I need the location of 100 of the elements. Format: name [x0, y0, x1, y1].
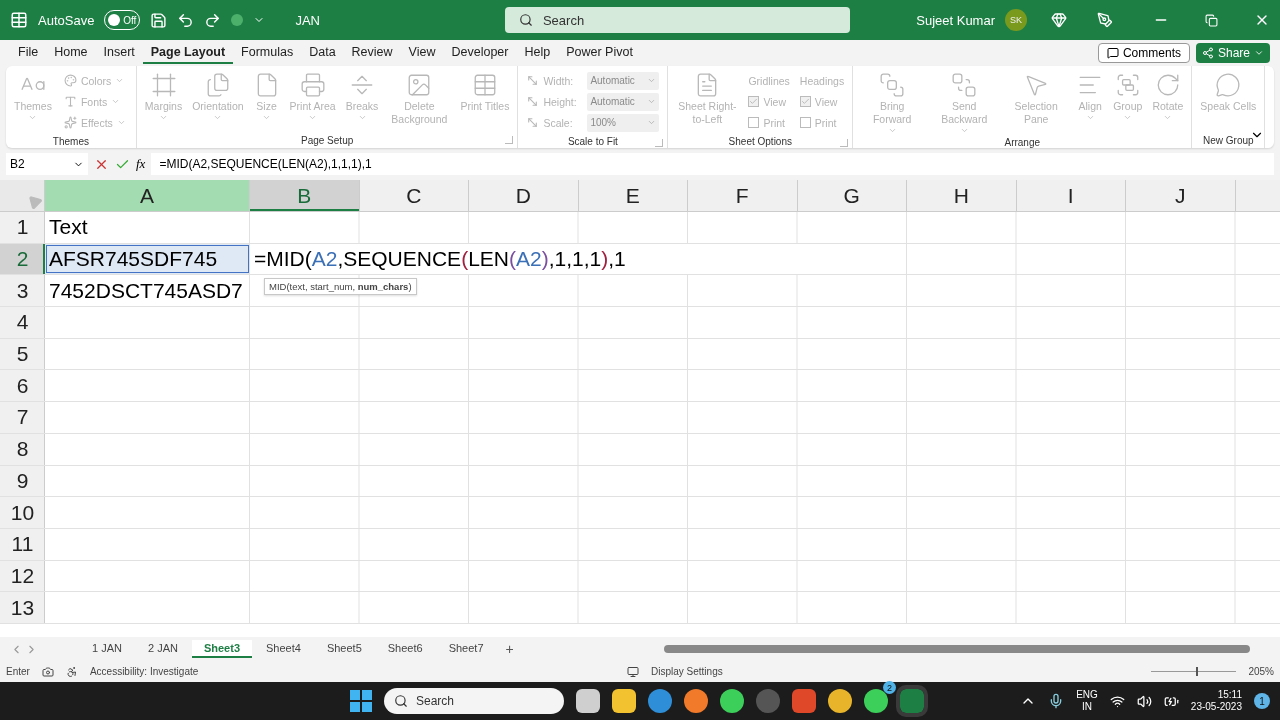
caret-icon [115, 76, 125, 85]
send-backward-icon [951, 72, 978, 98]
field-label: Scale: [543, 116, 574, 129]
sheet-tab[interactable]: Sheet6 [375, 640, 435, 658]
name-box[interactable]: B2 [6, 153, 88, 175]
bring-forward-icon [879, 72, 906, 98]
sparkles-icon [63, 116, 77, 129]
comment-icon [1106, 47, 1119, 59]
column-header[interactable]: B [250, 180, 360, 211]
undo-icon[interactable] [177, 11, 195, 29]
row-header[interactable]: 11 [0, 528, 45, 560]
search-field[interactable]: Search [504, 7, 850, 33]
sheet-tab[interactable]: Sheet3 [191, 640, 252, 658]
group-title: Arrange [1004, 137, 1041, 149]
restore-icon[interactable] [1205, 13, 1218, 27]
comments-button[interactable]: Comments [1097, 43, 1190, 63]
row-header[interactable]: 10 [0, 497, 45, 528]
column-header[interactable]: A [45, 180, 250, 211]
menu-tab[interactable]: Power Pivot [558, 42, 641, 64]
menu-tab[interactable]: Insert [95, 42, 143, 64]
menu-tab[interactable]: Developer [443, 42, 517, 64]
pen-icon[interactable] [1097, 12, 1113, 28]
resize-icon [526, 95, 540, 108]
row-header[interactable]: 9 [0, 465, 45, 497]
menu-tab[interactable]: Home [46, 42, 96, 64]
menu-tab[interactable]: Data [301, 42, 344, 64]
diamond-icon[interactable] [1051, 12, 1067, 28]
frame-icon [150, 72, 177, 98]
speech-bubble-icon [1215, 72, 1242, 98]
autosave-label: AutoSave [38, 12, 95, 28]
task-view-icon[interactable] [576, 689, 600, 713]
menu-tab[interactable]: View [400, 42, 444, 64]
sheet-tab[interactable]: 2 JAN [135, 640, 190, 658]
monitor-icon [627, 665, 639, 678]
menu-tab[interactable]: Review [343, 42, 401, 64]
row-header[interactable]: 8 [0, 433, 45, 465]
menu-tab[interactable]: Page Layout [142, 42, 234, 64]
taskbar-search[interactable]: Search [384, 688, 564, 714]
checkbox-label: View [763, 95, 786, 108]
check-icon [800, 97, 810, 106]
user-name: Sujeet Kumar [916, 12, 995, 28]
language-indicator[interactable]: ENG IN [1076, 689, 1098, 713]
redo-icon[interactable] [204, 11, 222, 29]
notification-badge: 2 [883, 681, 896, 694]
clock[interactable]: 15:11 23-05-2023 [1190, 689, 1242, 713]
shield-icon[interactable] [792, 689, 816, 713]
menu-tab[interactable]: File [10, 42, 47, 64]
row-header[interactable]: 13 [0, 592, 45, 623]
horizontal-scrollbar[interactable] [663, 645, 1250, 653]
save-icon[interactable] [150, 11, 168, 29]
accessibility-status[interactable]: Accessibility: Investigate [89, 666, 199, 677]
browser-icon[interactable] [684, 689, 708, 713]
caret-icon [647, 97, 657, 106]
search-icon [394, 694, 408, 708]
row-header[interactable]: 4 [0, 307, 45, 338]
formula-field[interactable]: =MID(A2,SEQUENCE(LEN(A2),1,1,1),1 [151, 153, 1274, 175]
share-button[interactable]: Share [1195, 43, 1270, 63]
check-icon [749, 97, 759, 106]
checkbox-label: Print [814, 116, 837, 129]
spreadsheet-icon [10, 11, 28, 29]
table-cell: AFSR745SDF745 [45, 243, 250, 275]
menu-tab[interactable]: Formulas [233, 42, 302, 64]
chat-icon[interactable] [720, 689, 744, 713]
chat-icon[interactable] [864, 689, 888, 713]
row-header[interactable]: 3 [0, 275, 45, 307]
file-name[interactable]: JAN [295, 12, 320, 28]
resize-icon [526, 74, 540, 87]
status-dot [231, 14, 244, 26]
volume-icon[interactable] [1136, 693, 1152, 709]
wifi-icon[interactable] [1109, 693, 1125, 709]
sheet-tab[interactable]: Sheet4 [254, 640, 313, 658]
caret-icon [647, 76, 657, 85]
group-title: Scale to Fit [567, 136, 618, 147]
row-header[interactable]: 5 [0, 338, 45, 370]
row-header[interactable]: 2 [0, 243, 45, 275]
group-title: New Group [1203, 134, 1254, 146]
row-header[interactable]: 1 [0, 212, 45, 243]
caret-icon [116, 118, 126, 127]
sheet-tab[interactable]: 1 JAN [80, 640, 134, 658]
row-header[interactable]: 6 [0, 370, 45, 402]
row-header[interactable]: 12 [0, 560, 45, 592]
display-settings[interactable]: Display Settings [651, 666, 723, 677]
search-icon [518, 13, 533, 27]
browser-icon[interactable] [648, 689, 672, 713]
notification-badge[interactable]: 1 [1254, 693, 1270, 709]
menu-tab[interactable]: Help [516, 42, 559, 64]
browser-icon[interactable] [828, 689, 852, 713]
add-sheet-button[interactable]: + [497, 641, 522, 657]
option-heading: Gridlines [748, 74, 790, 87]
resize-icon [526, 116, 540, 129]
row-header[interactable]: 7 [0, 402, 45, 433]
sheet-tab[interactable]: Sheet7 [436, 640, 496, 658]
zoom-thumb[interactable] [1195, 667, 1198, 676]
folder-icon[interactable] [612, 689, 636, 713]
windows-icon[interactable] [350, 690, 372, 712]
accessibility-icon [65, 665, 78, 678]
insert-function-button[interactable]: fx [136, 156, 146, 172]
group-title: Page Setup [301, 134, 354, 146]
sheet-tab[interactable]: Sheet5 [314, 640, 374, 658]
group-title: Themes [52, 136, 89, 147]
